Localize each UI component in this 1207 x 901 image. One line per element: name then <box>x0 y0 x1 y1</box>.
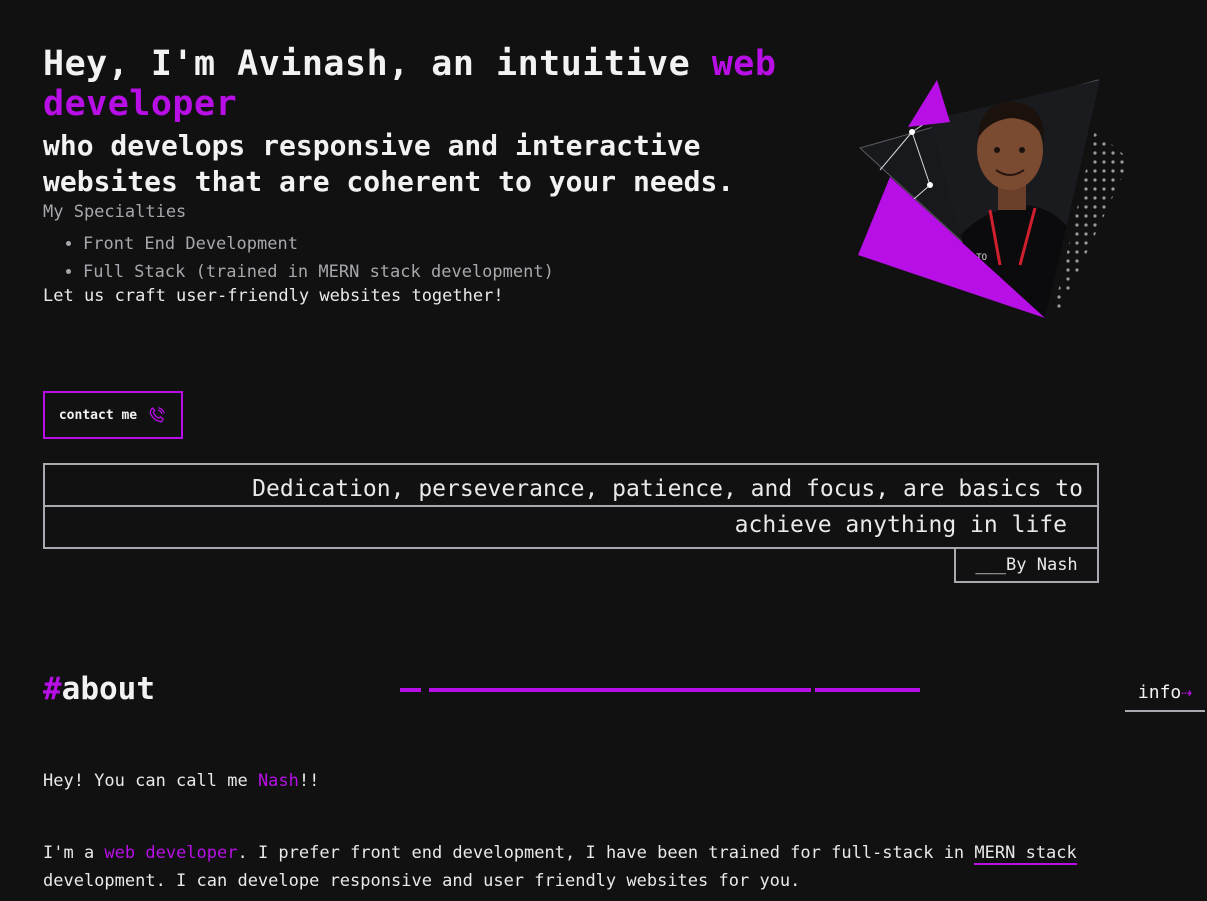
portfolio-page: Hey, I'm Avinash, an intuitive web devel… <box>0 0 1207 901</box>
specialties-heading: My Specialties <box>43 202 187 222</box>
quote-line-2: achieve anything in life <box>734 512 1067 538</box>
about-description: I'm a web developer. I prefer front end … <box>43 839 1103 895</box>
about-desc-prefix: I'm a <box>43 843 105 863</box>
about-desc-mid: . I prefer front end development, I have… <box>237 843 975 863</box>
about-divider-segment <box>429 688 811 692</box>
arrow-right-icon: ⇢ <box>1181 682 1193 703</box>
about-hash: # <box>43 671 62 707</box>
specialties-list: Front End Development Full Stack (traine… <box>43 230 554 286</box>
quote-author: ___By Nash <box>954 547 1099 583</box>
about-section-title: #about <box>43 671 155 707</box>
purple-triangle-small <box>908 80 950 127</box>
info-link[interactable]: info⇢ <box>1125 680 1205 712</box>
about-title-text: about <box>61 671 155 707</box>
contact-me-label: contact me <box>58 407 138 423</box>
hero-subtitle: who develops responsive and interactive … <box>43 129 735 198</box>
about-intro-prefix: Hey! You can call me <box>43 771 258 791</box>
about-intro-suffix: !! <box>298 771 320 791</box>
specialty-item: Front End Development <box>83 230 554 258</box>
info-label: info <box>1137 682 1182 703</box>
phone-icon <box>149 407 165 423</box>
hero-title: Hey, I'm Avinash, an intuitive web devel… <box>43 44 833 124</box>
about-intro: Hey! You can call me Nash!! <box>43 771 319 791</box>
specialty-item: Full Stack (trained in MERN stack develo… <box>83 258 554 286</box>
about-nickname: Nash <box>257 771 299 791</box>
about-desc-suffix: development. I can develope responsive a… <box>43 871 801 891</box>
quote-box: Dedication, perseverance, patience, and … <box>43 463 1099 549</box>
about-divider-segment <box>400 688 421 692</box>
about-divider-segment <box>815 688 920 692</box>
quote-line-1: Dedication, perseverance, patience, and … <box>45 465 1097 507</box>
hero-title-prefix: Hey, I'm Avinash, an intuitive <box>43 44 712 84</box>
mern-stack-link[interactable]: MERN stack <box>974 843 1077 865</box>
about-desc-accent: web developer <box>104 843 238 863</box>
contact-me-button[interactable]: contact me <box>43 391 183 439</box>
hero-tagline: Let us craft user-friendly websites toge… <box>43 286 504 306</box>
hero-profile-image: NG TO <box>858 79 1130 320</box>
